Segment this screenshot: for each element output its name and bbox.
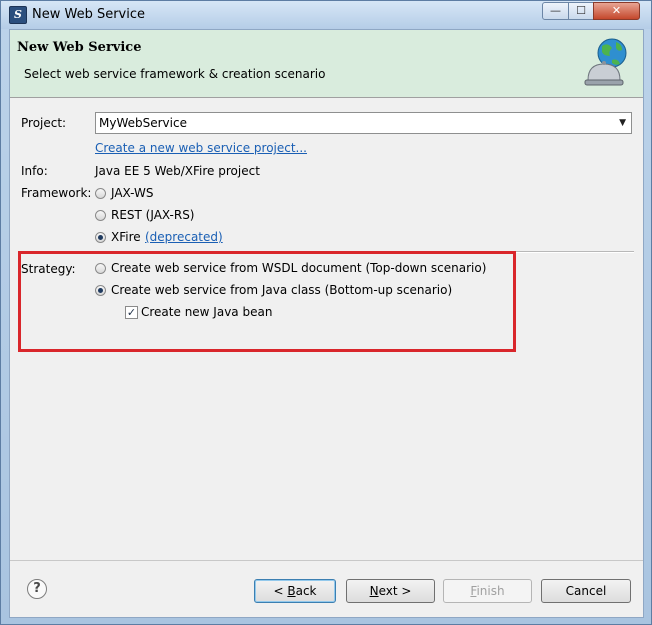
radio-button[interactable] [95,232,106,243]
finish-rest: inish [476,584,505,598]
red-highlight-box [18,251,516,352]
app-icon: S [9,6,27,24]
info-label: Info: [21,164,48,178]
radio-button[interactable] [95,210,106,221]
back-mnemonic: B [287,584,296,598]
finish-button[interactable]: Finish [443,579,532,603]
help-icon[interactable]: ? [27,579,47,599]
title-bar[interactable]: S New Web Service — ☐ ✕ [1,1,651,29]
project-combo[interactable]: MyWebService ▼ [95,112,632,134]
globe-bell-icon [584,38,627,86]
radio-label: XFire [111,230,141,244]
window-title: New Web Service [32,7,146,22]
radio-label: JAX-WS [111,186,154,200]
framework-label: Framework: [21,186,92,200]
info-value: Java EE 5 Web/XFire project [95,164,260,178]
project-combo-value: MyWebService [99,116,187,130]
close-button[interactable]: ✕ [593,2,640,20]
maximize-button[interactable]: ☐ [568,2,594,20]
banner-subtitle: Select web service framework & creation … [24,67,326,81]
create-project-link[interactable]: Create a new web service project... [95,141,307,155]
next-button[interactable]: Next > [346,579,435,603]
radio-label: REST (JAX-RS) [111,208,195,222]
radio-button[interactable] [95,188,106,199]
next-mnemonic: N [369,584,379,598]
chevron-down-icon[interactable]: ▼ [619,118,626,128]
footer-separator [10,560,643,561]
dialog-window: S New Web Service — ☐ ✕ New Web Service … [0,0,652,625]
back-prefix: < [273,584,288,598]
back-rest: ack [295,584,317,598]
deprecated-link[interactable]: (deprecated) [145,230,223,244]
banner-title: New Web Service [17,40,142,55]
dialog-client-area: New Web Service Select web service frame… [9,29,644,618]
minimize-button[interactable]: — [542,2,569,20]
back-button[interactable]: < Back [254,579,336,603]
next-rest: ext > [378,584,412,598]
cancel-button[interactable]: Cancel [541,579,631,603]
wizard-banner: New Web Service Select web service frame… [10,30,643,98]
project-label: Project: [21,116,67,130]
